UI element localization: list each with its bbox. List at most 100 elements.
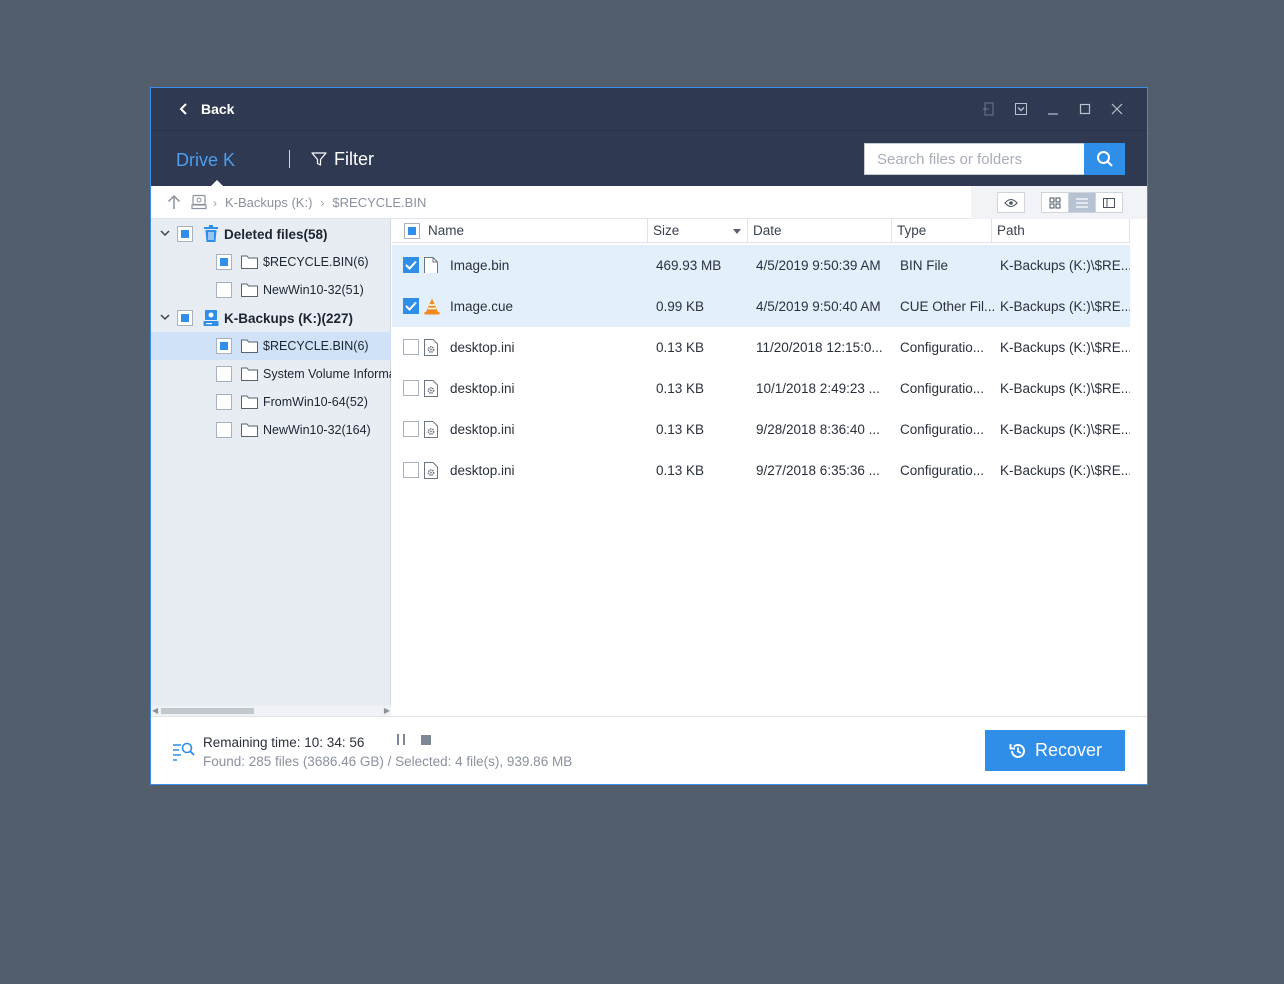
breadcrumb-drive[interactable]: K-Backups (K:) (225, 195, 312, 210)
file-path: K-Backups (K:)\$RE... (1000, 299, 1130, 314)
folder-icon (241, 423, 258, 440)
horizontal-scrollbar[interactable]: ◀ ▶ (151, 706, 391, 716)
tree-item-recycle-bin[interactable]: $RECYCLE.BIN(6) (151, 248, 391, 276)
tree-label: FromWin10-64(52) (263, 395, 368, 409)
file-icon (424, 257, 438, 273)
tree-item-system-volume[interactable]: System Volume Information (151, 360, 391, 388)
checkbox[interactable] (216, 338, 232, 354)
row-checkbox[interactable] (403, 298, 419, 314)
table-row[interactable]: desktop.ini 0.13 KB 11/20/2018 12:15:0..… (392, 327, 1130, 368)
folder-icon (241, 283, 258, 300)
breadcrumb-folder[interactable]: $RECYCLE.BIN (332, 195, 426, 210)
pause-icon[interactable] (395, 733, 407, 752)
checkbox[interactable] (216, 282, 232, 298)
chevron-down-icon[interactable] (159, 227, 171, 242)
settings-file-icon (424, 462, 438, 479)
filter-label: Filter (334, 148, 374, 169)
tree-label: $RECYCLE.BIN(6) (263, 339, 369, 353)
checkbox[interactable] (177, 310, 193, 326)
column-path[interactable]: Path (992, 219, 1130, 243)
tree-group-deleted-files[interactable]: Deleted files(58) (151, 220, 391, 248)
checkbox[interactable] (216, 366, 232, 382)
up-arrow-icon[interactable] (167, 194, 181, 213)
column-date[interactable]: Date (748, 219, 892, 243)
drive-tab-label: Drive K (176, 150, 236, 170)
file-list-header: Name Size Date Type Path (392, 219, 1130, 243)
column-name-label: Name (428, 223, 465, 238)
exit-icon[interactable] (973, 88, 1005, 130)
scroll-right-icon[interactable]: ▶ (384, 706, 390, 716)
row-checkbox[interactable] (403, 462, 419, 478)
file-type: Configuratio... (900, 381, 985, 396)
tree-label: System Volume Information (263, 367, 391, 381)
file-date: 4/5/2019 9:50:40 AM (756, 299, 881, 314)
table-row[interactable]: Image.bin 469.93 MB 4/5/2019 9:50:39 AM … (392, 245, 1130, 286)
filter-button[interactable]: Filter (311, 131, 374, 187)
recover-button[interactable]: Recover (985, 730, 1125, 771)
folder-icon (241, 367, 258, 384)
tree-item-newwin10-32[interactable]: NewWin10-32(51) (151, 276, 391, 304)
scrollbar-thumb[interactable] (161, 708, 254, 714)
search-input[interactable] (864, 143, 1084, 175)
tab-drive[interactable]: Drive K (176, 131, 235, 187)
column-path-label: Path (997, 223, 1025, 238)
window-controls (973, 88, 1133, 130)
row-checkbox[interactable] (403, 421, 419, 437)
table-row[interactable]: desktop.ini 0.13 KB 9/28/2018 8:36:40 ..… (392, 409, 1130, 450)
file-path: K-Backups (K:)\$RE... (1000, 381, 1130, 396)
scan-progress-icon (171, 739, 195, 766)
row-checkbox[interactable] (403, 380, 419, 396)
file-date: 11/20/2018 12:15:0... (756, 340, 883, 355)
checkbox[interactable] (177, 226, 193, 242)
tree-item-fromwin10-64[interactable]: FromWin10-64(52) (151, 388, 391, 416)
table-row[interactable]: Image.cue 0.99 KB 4/5/2019 9:50:40 AM CU… (392, 286, 1130, 327)
tree-group-k-backups[interactable]: K-Backups (K:)(227) (151, 304, 391, 332)
settings-file-icon (424, 339, 438, 356)
file-date: 10/1/2018 2:49:23 ... (756, 381, 880, 396)
checkbox[interactable] (216, 254, 232, 270)
file-type: Configuratio... (900, 463, 985, 478)
checkbox[interactable] (216, 422, 232, 438)
drive-icon (191, 194, 207, 213)
column-type[interactable]: Type (892, 219, 992, 243)
tree-item-newwin10-32-k[interactable]: NewWin10-32(164) (151, 416, 391, 444)
filter-icon (311, 152, 327, 166)
column-date-label: Date (753, 223, 782, 238)
preview-button[interactable] (997, 192, 1025, 213)
tree-item-recycle-bin-selected[interactable]: $RECYCLE.BIN(6) (151, 332, 391, 360)
column-name[interactable]: Name (392, 219, 648, 243)
title-bar: Back (151, 88, 1147, 130)
file-size: 0.13 KB (656, 381, 705, 396)
column-size[interactable]: Size (648, 219, 748, 243)
maximize-icon[interactable] (1069, 88, 1101, 130)
select-all-checkbox[interactable] (404, 223, 420, 239)
back-button[interactable]: Back (179, 88, 234, 130)
dropdown-menu-icon[interactable] (1005, 88, 1037, 130)
list-view-button[interactable] (1068, 192, 1096, 213)
grid-view-button[interactable] (1041, 192, 1069, 213)
scroll-left-icon[interactable]: ◀ (152, 706, 158, 716)
history-icon (1009, 743, 1025, 758)
table-row[interactable]: desktop.ini 0.13 KB 10/1/2018 2:49:23 ..… (392, 368, 1130, 409)
search-button[interactable] (1084, 143, 1125, 175)
chevron-right-icon: › (213, 195, 217, 210)
file-size: 469.93 MB (656, 258, 722, 273)
row-checkbox[interactable] (403, 339, 419, 355)
detail-view-button[interactable] (1095, 192, 1123, 213)
recover-label: Recover (1034, 740, 1103, 760)
close-icon[interactable] (1101, 88, 1133, 130)
nav-bar: Drive K Filter (151, 130, 1147, 187)
checkbox[interactable] (216, 394, 232, 410)
minimize-icon[interactable] (1037, 88, 1069, 130)
tree-label: NewWin10-32(51) (263, 283, 364, 297)
file-date: 4/5/2019 9:50:39 AM (756, 258, 881, 273)
column-size-label: Size (653, 223, 680, 238)
row-checkbox[interactable] (403, 257, 419, 273)
back-label: Back (201, 101, 235, 117)
trash-icon (203, 225, 219, 246)
file-path: K-Backups (K:)\$RE... (1000, 258, 1130, 273)
table-row[interactable]: desktop.ini 0.13 KB 9/27/2018 6:35:36 ..… (392, 450, 1130, 491)
stop-icon[interactable] (421, 735, 431, 745)
settings-file-icon (424, 380, 438, 397)
chevron-down-icon[interactable] (159, 311, 171, 326)
